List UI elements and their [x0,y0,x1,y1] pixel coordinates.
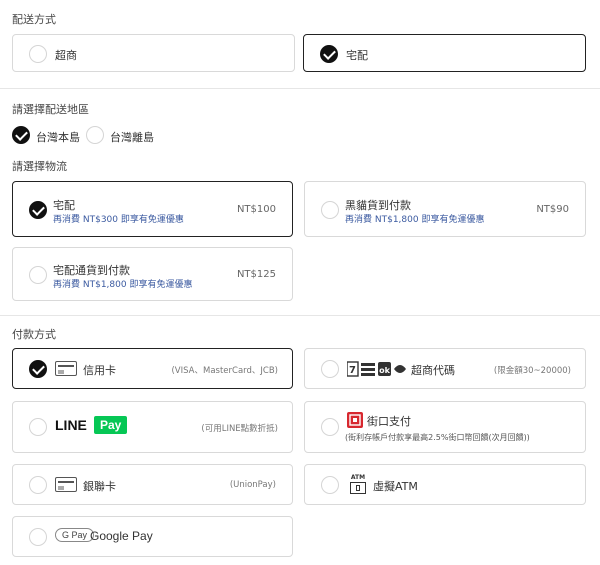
radio-unchecked-icon[interactable] [321,201,339,219]
section-divider [0,88,600,89]
payment-option-unionpay[interactable]: 銀聯卡 (UnionPay) [12,464,293,505]
payment-option-label: 超商代碼 [411,364,455,377]
logistics-option-label: 黑貓貨到付款 [345,199,411,212]
radio-unchecked-icon[interactable] [29,45,47,63]
logistics-option-label: 宅配 [53,199,75,212]
delivery-option-convenience-store[interactable]: 超商 [12,34,295,72]
atm-icon: ATM [349,474,367,496]
radio-unchecked-icon[interactable] [29,528,47,546]
delivery-option-label: 超商 [55,49,77,62]
radio-checked-icon[interactable] [320,45,338,63]
radio-unchecked-icon[interactable] [29,266,47,284]
radio-checked-icon[interactable] [12,126,30,144]
svg-text:ok: ok [379,366,390,375]
radio-checked-icon[interactable] [29,360,47,378]
jko-pay-logo-icon [347,412,363,428]
delivery-option-label: 宅配 [346,49,368,62]
delivery-option-home[interactable]: 宅配 [303,34,586,72]
logistics-option-price: NT$100 [236,204,276,215]
atm-icon-text: ATM [350,474,366,481]
logistics-option-label: 宅配通貨到付款 [53,264,130,277]
payment-option-note: (街利存帳戶付款享最高2.5%街口幣回饋(次月回饋)) [345,433,530,442]
radio-unchecked-icon[interactable] [29,418,47,436]
logistics-option-price: NT$90 [536,204,569,215]
radio-unchecked-icon[interactable] [321,418,339,436]
atm-icon-body [350,482,366,494]
radio-unchecked-icon[interactable] [86,126,104,144]
delivery-region-title: 請選擇配送地區 [12,103,89,116]
line-pay-badge: Pay [94,416,128,434]
region-option-label: 台灣離島 [110,131,154,144]
atm-icon-slot [356,485,360,491]
payment-option-note: (可用LINE點數折抵) [201,424,278,434]
payment-option-label: 街口支付 [367,415,411,428]
payment-title: 付款方式 [12,328,56,341]
logistics-option-free-shipping-hint: 再消費 NT$1,800 即享有免運優惠 [53,280,193,290]
google-pay-badge: G Pay [55,528,95,542]
convenience-store-logos-icon: 7 ok [347,361,406,377]
payment-option-virtual-atm[interactable]: ATM 虛擬ATM [304,464,586,505]
credit-card-icon [55,361,77,376]
radio-unchecked-icon[interactable] [321,360,339,378]
payment-option-note: (VISA、MasterCard、JCB) [171,366,278,376]
logistics-option-free-shipping-hint: 再消費 NT$1,800 即享有免運優惠 [345,215,485,225]
payment-option-cvs-code[interactable]: 7 ok 超商代碼 (限金額30~20000) [304,348,586,389]
radio-unchecked-icon[interactable] [321,476,339,494]
region-option-label: 台灣本島 [36,131,80,144]
line-pay-logo-text: LINE [55,417,87,433]
payment-option-note: (限金額30~20000) [493,366,571,376]
region-option-main-island[interactable]: 台灣本島 [12,126,82,146]
delivery-method-title: 配送方式 [12,13,56,26]
section-divider [0,315,600,316]
svg-text:7: 7 [349,365,356,376]
region-option-outlying-islands[interactable]: 台灣離島 [86,126,166,146]
logistics-option-price: NT$125 [236,269,276,280]
logistics-title: 請選擇物流 [12,160,67,173]
logistics-option-free-shipping-hint: 再消費 NT$300 即享有免運優惠 [53,215,184,225]
payment-option-label: Google Pay [90,529,153,543]
payment-option-google-pay[interactable]: G Pay Google Pay [12,516,293,557]
logistics-option-pelican-cod[interactable]: 宅配通貨到付款 再消費 NT$1,800 即享有免運優惠 NT$125 [12,247,293,301]
payment-option-credit-card[interactable]: 信用卡 (VISA、MasterCard、JCB) [12,348,293,389]
payment-option-label: 虛擬ATM [373,480,418,493]
credit-card-icon [55,477,77,492]
logistics-option-black-cat-cod[interactable]: 黑貓貨到付款 再消費 NT$1,800 即享有免運優惠 NT$90 [304,181,586,237]
radio-unchecked-icon[interactable] [29,476,47,494]
payment-option-jko-pay[interactable]: 街口支付 (街利存帳戶付款享最高2.5%街口幣回饋(次月回饋)) [304,401,586,453]
payment-option-line-pay[interactable]: LINE Pay (可用LINE點數折抵) [12,401,293,453]
payment-option-label: 信用卡 [83,364,116,377]
radio-checked-icon[interactable] [29,201,47,219]
payment-option-label: 銀聯卡 [83,480,116,493]
logistics-option-home-delivery[interactable]: 宅配 再消費 NT$300 即享有免運優惠 NT$100 [12,181,293,237]
payment-option-note: (UnionPay) [229,480,276,490]
